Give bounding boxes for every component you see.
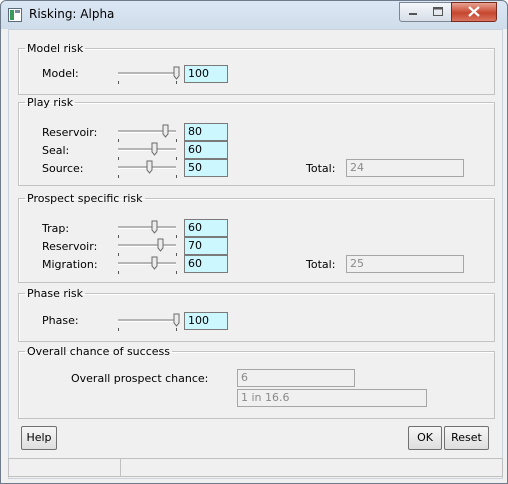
play-total-field: 24 (346, 159, 464, 177)
prospect-migration-slider[interactable] (118, 256, 180, 276)
model-risk-legend: Model risk (27, 42, 84, 55)
slider-tick (176, 175, 177, 178)
slider-track (118, 148, 176, 151)
model-slider[interactable] (118, 66, 180, 86)
play-reservoir-slider[interactable] (118, 124, 180, 144)
prospect-reservoir-value-field[interactable]: 70 (184, 237, 228, 255)
prospect-total-label: Total: (306, 258, 336, 271)
phase-risk-group: Phase risk Phase: 100 (18, 287, 495, 342)
slider-track (118, 319, 176, 322)
play-risk-legend: Play risk (27, 96, 74, 109)
slider-tick (176, 271, 177, 274)
dialog-body: Model risk Model: 100 Play risk Reservoi… (8, 29, 503, 479)
slider-tick (118, 271, 119, 274)
overall-ratio-field: 1 in 16.6 (237, 389, 427, 407)
play-risk-group: Play risk Reservoir: 80 Seal: 60 Source:… (18, 96, 495, 186)
play-seal-value-field[interactable]: 60 (184, 141, 228, 159)
close-button[interactable] (451, 2, 497, 22)
status-bar-pane-right (120, 458, 503, 477)
maximize-button[interactable] (425, 2, 452, 22)
slider-thumb[interactable] (173, 313, 180, 327)
minimize-button[interactable] (399, 2, 427, 22)
slider-tick (176, 81, 177, 84)
play-reservoir-value-field[interactable]: 80 (184, 123, 228, 141)
slider-thumb[interactable] (151, 142, 158, 156)
phase-label: Phase: (42, 314, 79, 327)
prospect-risk-legend: Prospect specific risk (27, 192, 143, 205)
play-reservoir-label: Reservoir: (42, 126, 98, 139)
app-icon (8, 8, 22, 22)
close-icon (452, 6, 496, 24)
overall-prospect-chance-label: Overall prospect chance: (71, 372, 209, 385)
phase-slider[interactable] (118, 313, 180, 333)
prospect-risk-group: Prospect specific risk Trap: 60 Reservoi… (18, 192, 495, 283)
maximize-icon (425, 7, 451, 24)
window-title: Risking: Alpha (29, 7, 115, 21)
phase-value-field[interactable]: 100 (184, 312, 228, 330)
play-source-slider[interactable] (118, 160, 180, 180)
ok-button[interactable]: OK (408, 426, 442, 450)
status-bar-pane-left (8, 458, 121, 477)
dialog-window: Risking: Alpha Model risk Model: 100 Pla… (0, 0, 508, 484)
model-value-field[interactable]: 100 (184, 65, 228, 83)
slider-track (118, 262, 176, 265)
prospect-trap-value-field[interactable]: 60 (184, 219, 228, 237)
play-total-label: Total: (306, 162, 336, 175)
prospect-migration-label: Migration: (42, 258, 98, 271)
prospect-migration-value-field[interactable]: 60 (184, 255, 228, 273)
slider-tick (118, 175, 119, 178)
slider-thumb[interactable] (162, 124, 169, 138)
overall-chance-field: 6 (237, 369, 355, 387)
slider-tick (176, 328, 177, 331)
prospect-reservoir-label: Reservoir: (42, 240, 98, 253)
slider-thumb[interactable] (151, 220, 158, 234)
play-source-label: Source: (42, 162, 84, 175)
minimize-icon (400, 11, 426, 24)
slider-thumb[interactable] (173, 66, 180, 80)
slider-track (118, 72, 176, 75)
overall-group: Overall chance of success Overall prospe… (18, 345, 495, 419)
play-seal-label: Seal: (42, 144, 70, 157)
prospect-reservoir-slider[interactable] (118, 238, 180, 258)
play-seal-slider[interactable] (118, 142, 180, 162)
prospect-trap-label: Trap: (42, 222, 70, 235)
slider-tick (118, 328, 119, 331)
slider-track (118, 226, 176, 229)
prospect-trap-slider[interactable] (118, 220, 180, 240)
model-label: Model: (42, 67, 79, 80)
slider-thumb[interactable] (157, 238, 164, 252)
title-bar[interactable]: Risking: Alpha (1, 1, 507, 29)
slider-tick (118, 81, 119, 84)
slider-thumb[interactable] (151, 256, 158, 270)
slider-thumb[interactable] (146, 160, 153, 174)
prospect-total-field: 25 (346, 255, 464, 273)
slider-track (118, 244, 176, 247)
reset-button[interactable]: Reset (444, 426, 489, 450)
help-button[interactable]: Help (21, 426, 57, 450)
phase-risk-legend: Phase risk (27, 287, 84, 300)
model-risk-group: Model risk Model: 100 (18, 42, 495, 95)
overall-legend: Overall chance of success (27, 345, 170, 358)
play-source-value-field[interactable]: 50 (184, 159, 228, 177)
